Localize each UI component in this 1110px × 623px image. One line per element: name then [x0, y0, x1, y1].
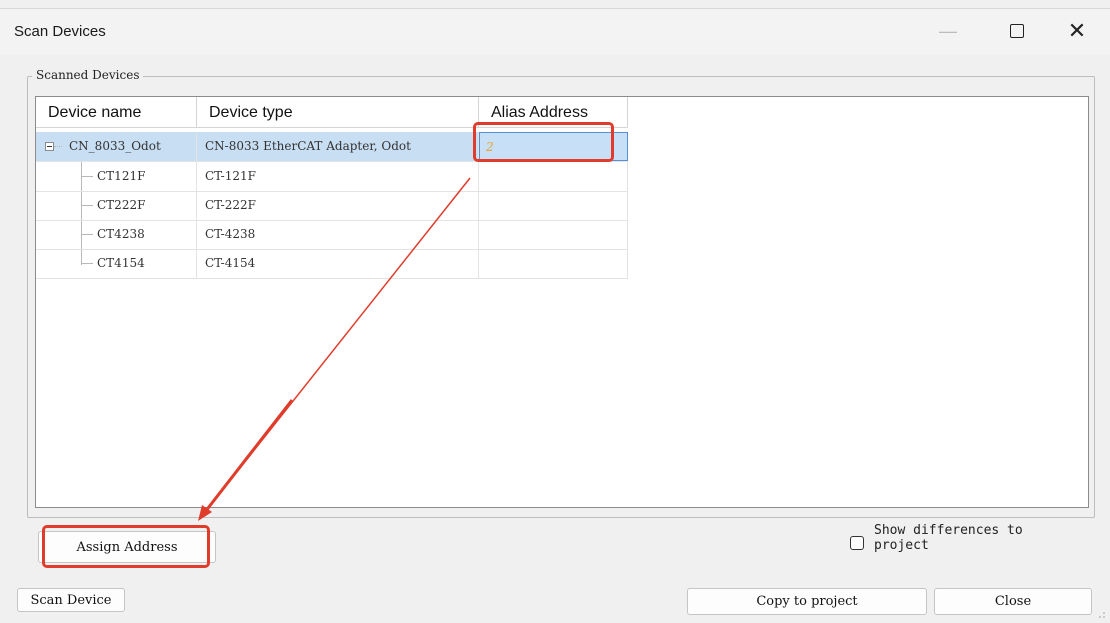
column-header-device-name[interactable]: Device name — [36, 97, 197, 128]
close-button[interactable]: Close — [934, 588, 1092, 615]
maximize-button[interactable] — [994, 11, 1040, 51]
show-differences-checkbox[interactable] — [850, 536, 864, 550]
device-name-cell[interactable]: CT4154 — [36, 249, 197, 278]
column-header-label: Alias Address — [491, 104, 588, 121]
column-header-label: Device name — [48, 104, 142, 121]
device-name: CT121F — [97, 169, 146, 183]
copy-to-project-button[interactable]: Copy to project — [687, 588, 927, 615]
column-header-device-type[interactable]: Device type — [197, 97, 479, 128]
device-type-cell[interactable]: CN-8033 EtherCAT Adapter, Odot — [197, 132, 479, 161]
device-name: CT4154 — [97, 256, 145, 270]
column-header-label: Device type — [209, 104, 293, 121]
device-name: CT222F — [97, 198, 146, 212]
device-type-cell[interactable]: CT-4238 — [197, 220, 479, 249]
checkbox-label-line: project — [874, 538, 929, 553]
checkbox-label-line: Show differences to — [874, 523, 1023, 538]
device-name-cell[interactable]: CN_8033_Odot — [36, 132, 197, 161]
close-icon: ✕ — [1067, 18, 1087, 43]
scanned-devices-label: Scanned Devices — [32, 68, 144, 82]
tree-connector — [81, 234, 93, 235]
tree-connector — [81, 205, 93, 206]
maximize-icon — [1010, 24, 1024, 38]
minimize-icon: — — [939, 20, 957, 41]
title-bar: Scan Devices — ✕ — [0, 8, 1110, 55]
table-row[interactable]: CT121F CT-121F — [36, 162, 628, 192]
close-window-button[interactable]: ✕ — [1054, 11, 1100, 51]
table-row[interactable]: CT222F CT-222F — [36, 191, 628, 221]
device-name-cell[interactable]: CT121F — [36, 162, 197, 191]
device-type-cell[interactable]: CT-4154 — [197, 249, 479, 278]
device-type-cell[interactable]: CT-222F — [197, 191, 479, 220]
alias-address-cell[interactable] — [479, 162, 628, 191]
device-name-cell[interactable]: CT222F — [36, 191, 197, 220]
alias-address-cell[interactable] — [479, 191, 628, 220]
scan-device-button[interactable]: Scan Device — [17, 588, 125, 612]
tree-connector — [54, 146, 62, 147]
table-row[interactable]: CT4238 CT-4238 — [36, 220, 628, 250]
minimize-button[interactable]: — — [925, 11, 971, 51]
device-name: CT4238 — [97, 227, 145, 241]
device-type-cell[interactable]: CT-121F — [197, 162, 479, 191]
assign-highlight-box — [42, 525, 210, 568]
device-name-cell[interactable]: CT4238 — [36, 220, 197, 249]
scan-devices-window: Scan Devices — ✕ Scanned Devices Device … — [0, 0, 1110, 623]
collapse-icon[interactable] — [45, 142, 54, 151]
device-name: CN_8033_Odot — [69, 139, 161, 153]
resize-grip-icon[interactable] — [1098, 611, 1106, 619]
alias-address-cell[interactable] — [479, 249, 628, 278]
window-title: Scan Devices — [14, 23, 106, 40]
alias-highlight-box — [473, 122, 614, 162]
table-row[interactable]: CT4154 CT-4154 — [36, 249, 628, 279]
alias-address-cell[interactable] — [479, 220, 628, 249]
tree-connector — [81, 176, 93, 177]
show-differences-label: Show differences to project — [874, 523, 1074, 555]
tree-connector — [81, 263, 93, 264]
